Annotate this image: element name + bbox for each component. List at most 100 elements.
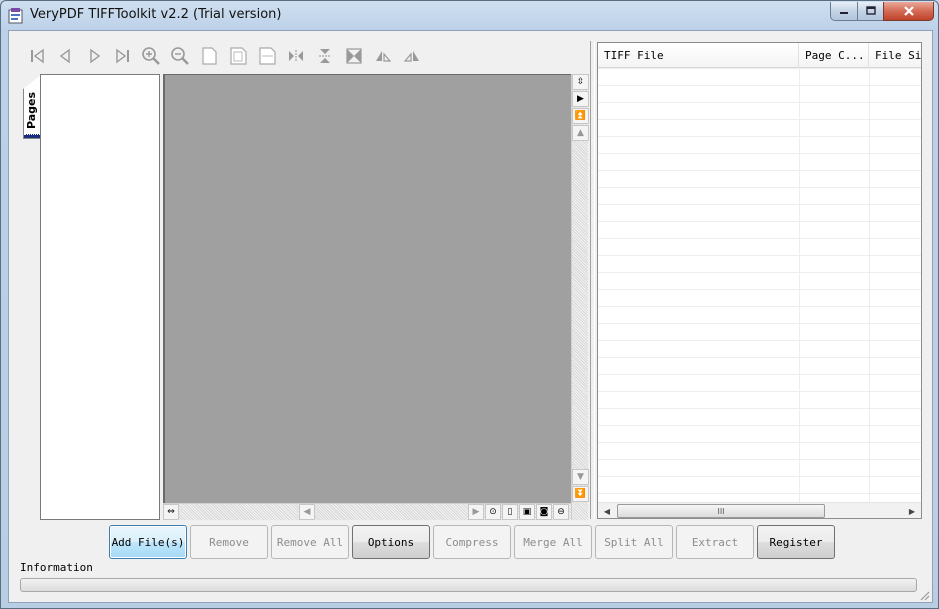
first-page-icon <box>31 48 44 64</box>
scroll-top-button[interactable]: ⏫ <box>572 108 589 124</box>
remove-all-button[interactable]: Remove All <box>271 525 349 559</box>
target-icon: ⊙ <box>489 506 497 517</box>
view-vertical-scrollbar[interactable]: ⇳ ▶ ⏫ ▲ ▼ ⏬ <box>571 74 589 520</box>
scroll-right-button[interactable]: ▶ <box>468 504 484 520</box>
fit-icon: ▣ <box>522 506 532 517</box>
extract-button[interactable]: Extract <box>676 525 754 559</box>
remove-button[interactable]: Remove <box>190 525 268 559</box>
file-list-header: TIFF File Page C... File Siz <box>598 43 921 68</box>
zoom-out-icon <box>171 47 189 65</box>
scroll-split-horizontal-button[interactable]: ⇔ <box>163 504 179 520</box>
arrow-left-icon: ◀ <box>603 506 611 516</box>
thumbnail-panel[interactable] <box>40 74 160 520</box>
flip-horizontal-button[interactable] <box>284 44 308 68</box>
next-page-button[interactable] <box>83 44 107 68</box>
split-all-button[interactable]: Split All <box>595 525 673 559</box>
zoom-center-button[interactable]: ⊙ <box>485 504 501 520</box>
file-list-rows <box>598 68 921 502</box>
column-divider <box>799 68 800 502</box>
next-page-icon <box>90 48 101 64</box>
viewer-toolbar <box>25 44 445 68</box>
scroll-top-icon: ⏫ <box>574 110 587 121</box>
split-vertical-icon: ⇳ <box>576 76 585 87</box>
progress-bar <box>20 578 917 592</box>
file-list-scroll-thumb[interactable]: III <box>617 504 825 518</box>
scroll-bottom-icon: ⏬ <box>574 488 587 499</box>
grip-icon: III <box>717 506 725 516</box>
compress-button[interactable]: Compress <box>433 525 511 559</box>
scroll-bottom-button[interactable]: ⏬ <box>572 486 589 502</box>
arrow-up-icon: ▲ <box>577 127 584 138</box>
minimize-button[interactable] <box>830 2 858 21</box>
register-button[interactable]: Register <box>757 525 835 559</box>
rotate-button[interactable] <box>342 44 366 68</box>
zoom-in-icon <box>142 47 160 65</box>
first-page-button[interactable] <box>25 44 49 68</box>
scroll-left-button[interactable]: ◀ <box>299 504 315 520</box>
client-area: Pages ⇳ ▶ ⏫ ▲ ▼ ⏬ ⇔ ◀ ▶ ⊙ ▯ ▣ ◙ ⊖ TIFF F… <box>8 30 933 603</box>
minus-circle-icon: ⊖ <box>557 506 565 517</box>
fit-width-button[interactable] <box>255 44 279 68</box>
flip-horizontal-icon <box>289 50 303 62</box>
column-header-file-size[interactable]: File Siz <box>869 43 921 68</box>
fit-page-icon <box>230 47 247 65</box>
maximize-icon <box>865 6 876 15</box>
fit-width-icon <box>259 47 276 65</box>
rotate-right-button[interactable] <box>400 44 424 68</box>
actual-size-icon <box>202 47 217 65</box>
file-list-scroll-left-button[interactable]: ◀ <box>599 504 615 518</box>
tiff-file-list[interactable]: TIFF File Page C... File Siz ◀ III ▶ <box>597 42 922 519</box>
column-header-tiff-file[interactable]: TIFF File <box>598 43 799 68</box>
image-view[interactable] <box>163 74 571 503</box>
page-view-button[interactable]: ▯ <box>502 504 518 520</box>
scroll-down-button[interactable]: ▼ <box>572 469 589 485</box>
resize-grip-icon[interactable] <box>918 589 930 601</box>
rotate-icon <box>346 48 362 64</box>
scroll-split-button[interactable]: ⇳ <box>572 74 589 90</box>
close-button[interactable] <box>883 2 934 21</box>
action-button-row: Add File(s) Remove Remove All Options Co… <box>109 525 839 559</box>
next-button[interactable]: ▶ <box>572 91 589 107</box>
flip-vertical-icon <box>319 49 331 63</box>
pages-tab-label-wrap: Pages <box>23 87 41 133</box>
previous-page-button[interactable] <box>53 44 77 68</box>
fit-view-button[interactable]: ▣ <box>519 504 535 520</box>
add-files-button[interactable]: Add File(s) <box>109 525 187 559</box>
zoom-out-button[interactable] <box>168 44 192 68</box>
panel-splitter[interactable] <box>590 41 595 519</box>
merge-all-button[interactable]: Merge All <box>514 525 592 559</box>
rotate-left-button[interactable] <box>371 44 395 68</box>
app-icon <box>8 8 23 24</box>
caption-buttons <box>830 2 934 22</box>
close-icon <box>903 6 914 16</box>
window-title: VeryPDF TIFFToolkit v2.2 (Trial version) <box>30 7 282 22</box>
flip-vertical-button[interactable] <box>313 44 337 68</box>
scroll-up-button[interactable]: ▲ <box>572 125 589 141</box>
arrow-left-icon: ◀ <box>303 506 311 517</box>
pages-tab-label: Pages <box>25 91 39 129</box>
arrow-right-icon: ▶ <box>472 506 480 517</box>
arrow-right-icon: ▶ <box>908 506 916 516</box>
pages-tab-indicator <box>24 134 40 138</box>
page-icon: ▯ <box>507 506 513 517</box>
options-button[interactable]: Options <box>352 525 430 559</box>
fit-page-button[interactable] <box>226 44 250 68</box>
information-label: Information <box>20 561 93 574</box>
previous-page-icon <box>59 48 70 64</box>
split-horizontal-icon: ⇔ <box>167 506 175 517</box>
column-divider <box>869 68 870 502</box>
full-view-button[interactable]: ◙ <box>536 504 552 520</box>
zoom-reset-button[interactable]: ⊖ <box>553 504 569 520</box>
last-page-button[interactable] <box>111 44 135 68</box>
app-window: VeryPDF TIFFToolkit v2.2 (Trial version) <box>0 0 939 609</box>
play-right-icon: ▶ <box>577 93 584 104</box>
file-list-horizontal-scrollbar[interactable]: ◀ III ▶ <box>598 502 921 518</box>
arrow-down-icon: ▼ <box>577 471 584 482</box>
view-horizontal-scrollbar[interactable]: ⇔ ◀ ▶ ⊙ ▯ ▣ ◙ ⊖ <box>163 503 571 520</box>
maximize-button[interactable] <box>857 2 884 21</box>
column-header-page-count[interactable]: Page C... <box>799 43 869 68</box>
file-list-scroll-right-button[interactable]: ▶ <box>904 504 920 518</box>
full-icon: ◙ <box>539 506 549 517</box>
zoom-in-button[interactable] <box>139 44 163 68</box>
actual-size-button[interactable] <box>197 44 221 68</box>
